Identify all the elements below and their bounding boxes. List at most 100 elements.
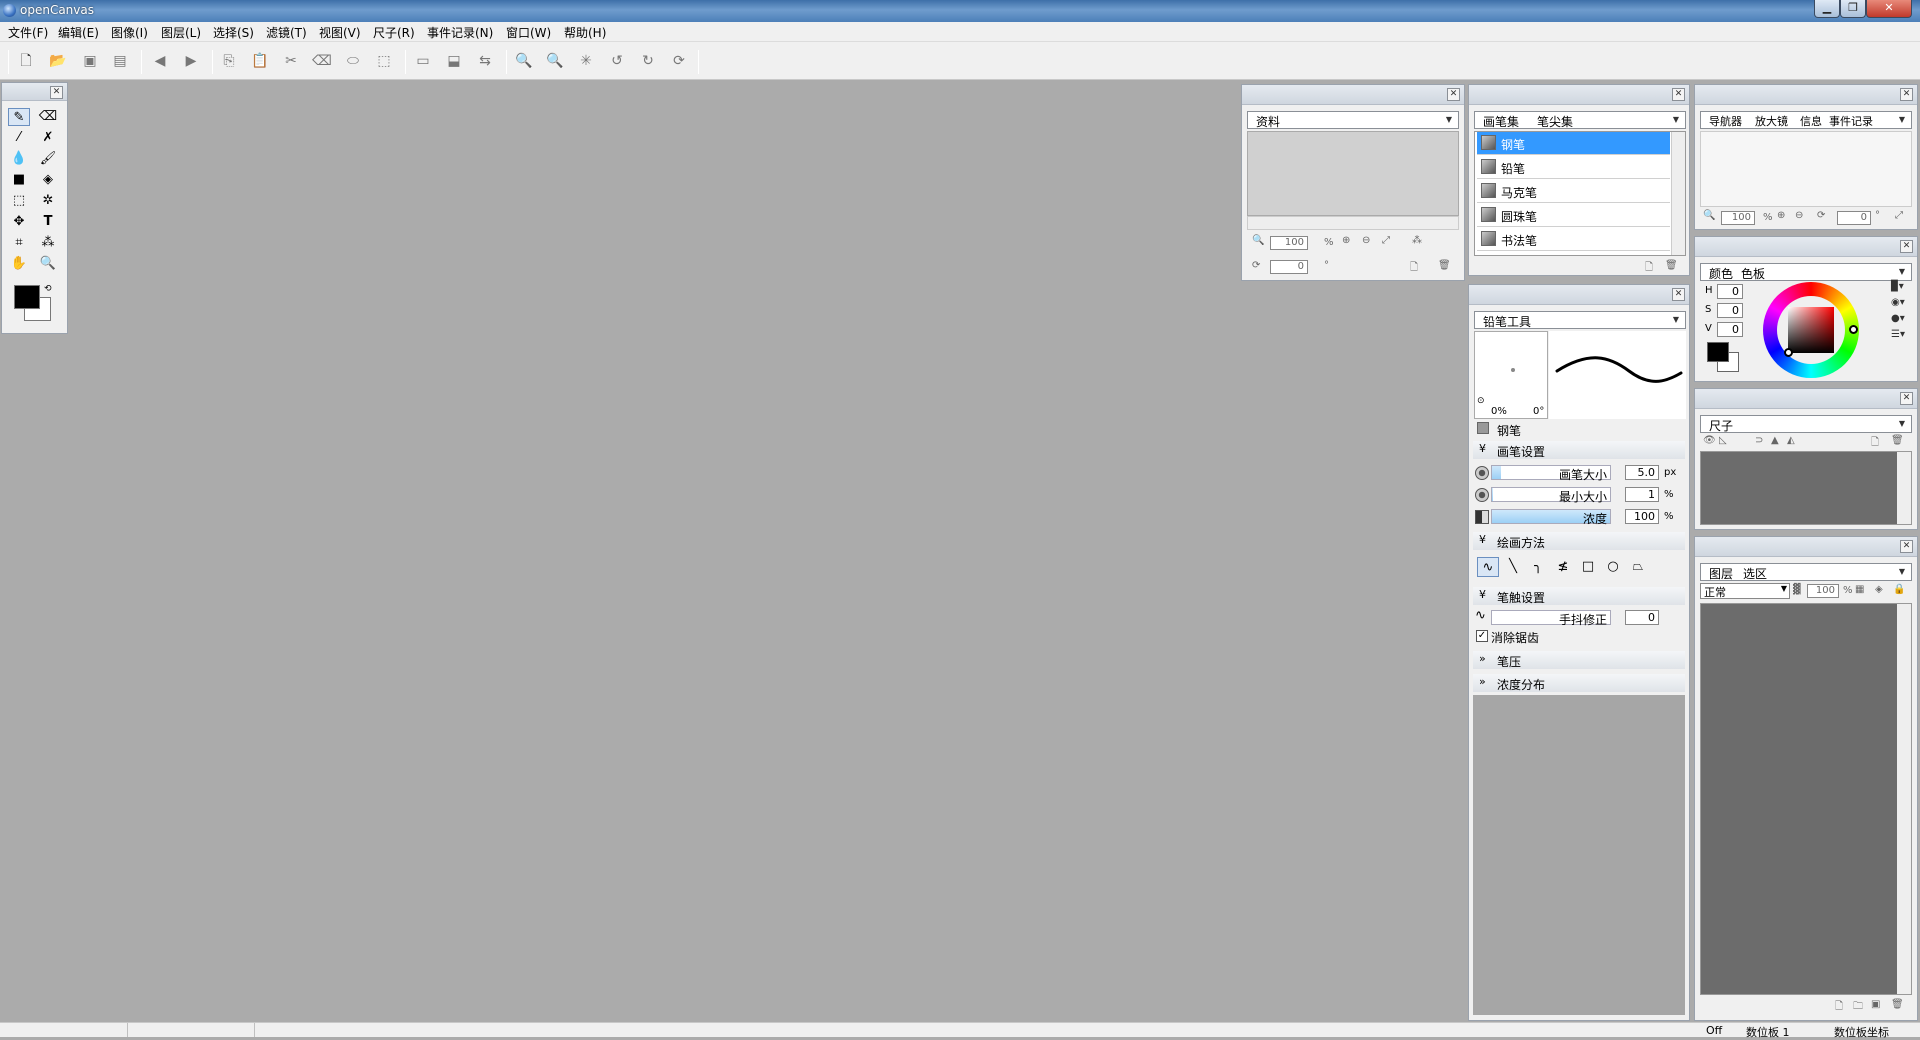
minimize-button[interactable]: ▁ [1814, 0, 1840, 18]
close-icon[interactable]: ✕ [1900, 540, 1913, 553]
trash-icon[interactable]: 🗑 [1891, 999, 1904, 1010]
chevron-down-icon[interactable]: ▼ [1896, 418, 1908, 430]
rotate-icon[interactable]: ⟳ [1252, 260, 1260, 271]
trash-icon[interactable]: 🗑 [1665, 260, 1678, 271]
density-slider[interactable]: 浓度 [1491, 509, 1611, 526]
tab-brush-set[interactable]: 画笔集 [1483, 113, 1519, 130]
freehand-icon[interactable]: ∿ [1477, 557, 1499, 577]
tab-info[interactable]: 信息 [1800, 113, 1822, 129]
new-material-icon[interactable]: 🗋 [1410, 260, 1418, 277]
zoom-in-icon[interactable]: 🔍 [514, 51, 534, 71]
close-icon[interactable]: ✕ [1672, 88, 1685, 101]
copy-icon[interactable]: ⎘ [219, 51, 239, 71]
density-input[interactable]: 100 [1625, 509, 1659, 524]
tab-ruler[interactable]: 尺子 [1709, 417, 1733, 434]
stabilizer-slider[interactable]: 手抖修正 [1491, 610, 1611, 627]
airbrush-tool-icon[interactable]: ✗ [37, 129, 59, 147]
zoom-out-icon[interactable]: ⊖ [1795, 210, 1803, 221]
chevron-down-icon[interactable]: ▼ [1896, 566, 1908, 578]
horizontal-scrollbar[interactable] [1247, 216, 1459, 230]
tab-nib-set[interactable]: 笔尖集 [1537, 113, 1573, 130]
fill-tool-icon[interactable]: ◈ [37, 171, 59, 189]
new-brush-icon[interactable]: 🗋 [1645, 260, 1653, 277]
new-layer-icon[interactable]: 🗋 [1835, 999, 1843, 1016]
list-item[interactable]: 铅笔 [1477, 156, 1670, 179]
chevron-down-icon[interactable]: ▼ [1670, 114, 1682, 126]
deselect-icon[interactable]: ⬓ [444, 51, 464, 71]
close-button[interactable]: ✕ [1866, 0, 1912, 18]
chevron-down-icon[interactable]: ▼ [1896, 266, 1908, 278]
vertical-scrollbar[interactable] [1897, 604, 1911, 994]
menu-edit[interactable]: 编辑(E) [58, 24, 99, 41]
paste-icon[interactable]: 📋 [250, 51, 270, 71]
tab-magnifier[interactable]: 放大镜 [1755, 113, 1788, 129]
rotate-icon[interactable]: ⊙ [1477, 396, 1485, 406]
close-icon[interactable]: ✕ [1900, 240, 1913, 253]
menu-help[interactable]: 帮助(H) [564, 24, 606, 41]
navigator-zoom-field[interactable]: 100 [1721, 211, 1755, 225]
maximize-button[interactable]: ❐ [1840, 0, 1866, 18]
zoom-tool-icon[interactable]: 🔍 [37, 255, 59, 273]
foreground-color-swatch[interactable] [14, 285, 40, 309]
tab-material[interactable]: 资料 [1256, 113, 1280, 130]
size-pressure-toggle[interactable] [1475, 466, 1489, 480]
swap-colors-icon[interactable]: ⟲ [44, 284, 52, 294]
tab-history[interactable]: 事件记录 [1829, 113, 1873, 129]
slider-mode-icon[interactable]: ●▾ [1891, 313, 1905, 324]
chevron-down-icon[interactable]: ▼ [1670, 314, 1682, 326]
material-zoom-field[interactable]: 100 [1270, 236, 1308, 250]
hue-marker[interactable] [1849, 325, 1858, 334]
ruler-icon[interactable]: ◺ [1719, 435, 1727, 446]
menu-view[interactable]: 视图(V) [319, 24, 361, 41]
tab-swatches[interactable]: 色板 [1741, 265, 1765, 282]
min-size-input[interactable]: 1 [1625, 487, 1659, 502]
menu-layer[interactable]: 图层(L) [161, 24, 201, 41]
trash-icon[interactable]: 🗑 [1891, 435, 1904, 446]
saturation-value-square[interactable] [1788, 307, 1834, 353]
s-input[interactable]: 0 [1717, 303, 1743, 318]
list-mode-icon[interactable]: ☰▾ [1891, 329, 1905, 340]
triangle-icon[interactable]: ▲ [1771, 435, 1779, 446]
reset-rotate-icon[interactable]: ⟳ [669, 51, 689, 71]
list-item[interactable]: 书法笔 [1477, 228, 1670, 251]
menu-image[interactable]: 图像(I) [111, 24, 148, 41]
rotate-left-icon[interactable]: ↺ [607, 51, 627, 71]
rotate-right-icon[interactable]: ↻ [638, 51, 658, 71]
pen-tool-icon[interactable]: ✎ [8, 108, 30, 126]
next-icon[interactable]: ▶ [181, 51, 201, 71]
crop-tool-icon[interactable]: ⌗ [8, 234, 30, 252]
navigator-angle-field[interactable]: 0 [1837, 211, 1871, 225]
tab-color[interactable]: 颜色 [1709, 265, 1733, 282]
section-stroke-settings[interactable]: ¥ 笔触设置 [1473, 587, 1685, 605]
close-icon[interactable]: ✕ [1672, 288, 1685, 301]
close-icon[interactable]: ✕ [1900, 88, 1913, 101]
zoom-out-icon[interactable]: 🔍 [1703, 210, 1715, 221]
polygon-icon[interactable]: ⏢ [1627, 557, 1649, 577]
move-tool-icon[interactable]: ✥ [8, 213, 30, 231]
size-slider[interactable]: 画笔大小 [1491, 465, 1611, 482]
stabilizer-input[interactable]: 0 [1625, 610, 1659, 625]
vertical-scrollbar[interactable] [1897, 452, 1911, 524]
chevron-down-icon[interactable]: ▼ [1443, 114, 1455, 126]
transform-icon[interactable]: ⬚ [374, 51, 394, 71]
zoom-out-icon[interactable]: 🔍 [1252, 235, 1264, 246]
delete-icon[interactable]: ⌫ [312, 51, 332, 71]
section-pressure[interactable]: » 笔压 [1473, 651, 1685, 669]
color-mode-icon[interactable]: ▉▾ [1891, 281, 1904, 292]
save-as-icon[interactable]: ▤ [110, 51, 130, 71]
list-item[interactable]: 马克笔 [1477, 180, 1670, 203]
line-icon[interactable]: ╲ [1502, 557, 1524, 577]
zoom-in-icon[interactable]: ⊕ [1777, 210, 1785, 221]
eyedropper-tool-icon[interactable]: ⁂ [37, 234, 59, 252]
gradient-tool-icon[interactable]: ■ [8, 171, 30, 189]
zoom-in-icon[interactable]: ⊕ [1342, 235, 1350, 246]
opacity-field[interactable]: 100 [1807, 584, 1839, 598]
close-icon[interactable]: ✕ [1900, 392, 1913, 405]
merge-icon[interactable]: ▣ [1871, 999, 1880, 1010]
opacity-slider-icon[interactable]: ▓ [1793, 584, 1801, 595]
menu-ruler[interactable]: 尺子(R) [373, 24, 415, 41]
foreground-color-swatch[interactable] [1707, 342, 1729, 362]
density-pressure-toggle[interactable] [1475, 510, 1489, 524]
new-ruler-icon[interactable]: 🗋 [1871, 435, 1879, 452]
cut-icon[interactable]: ✂ [281, 51, 301, 71]
